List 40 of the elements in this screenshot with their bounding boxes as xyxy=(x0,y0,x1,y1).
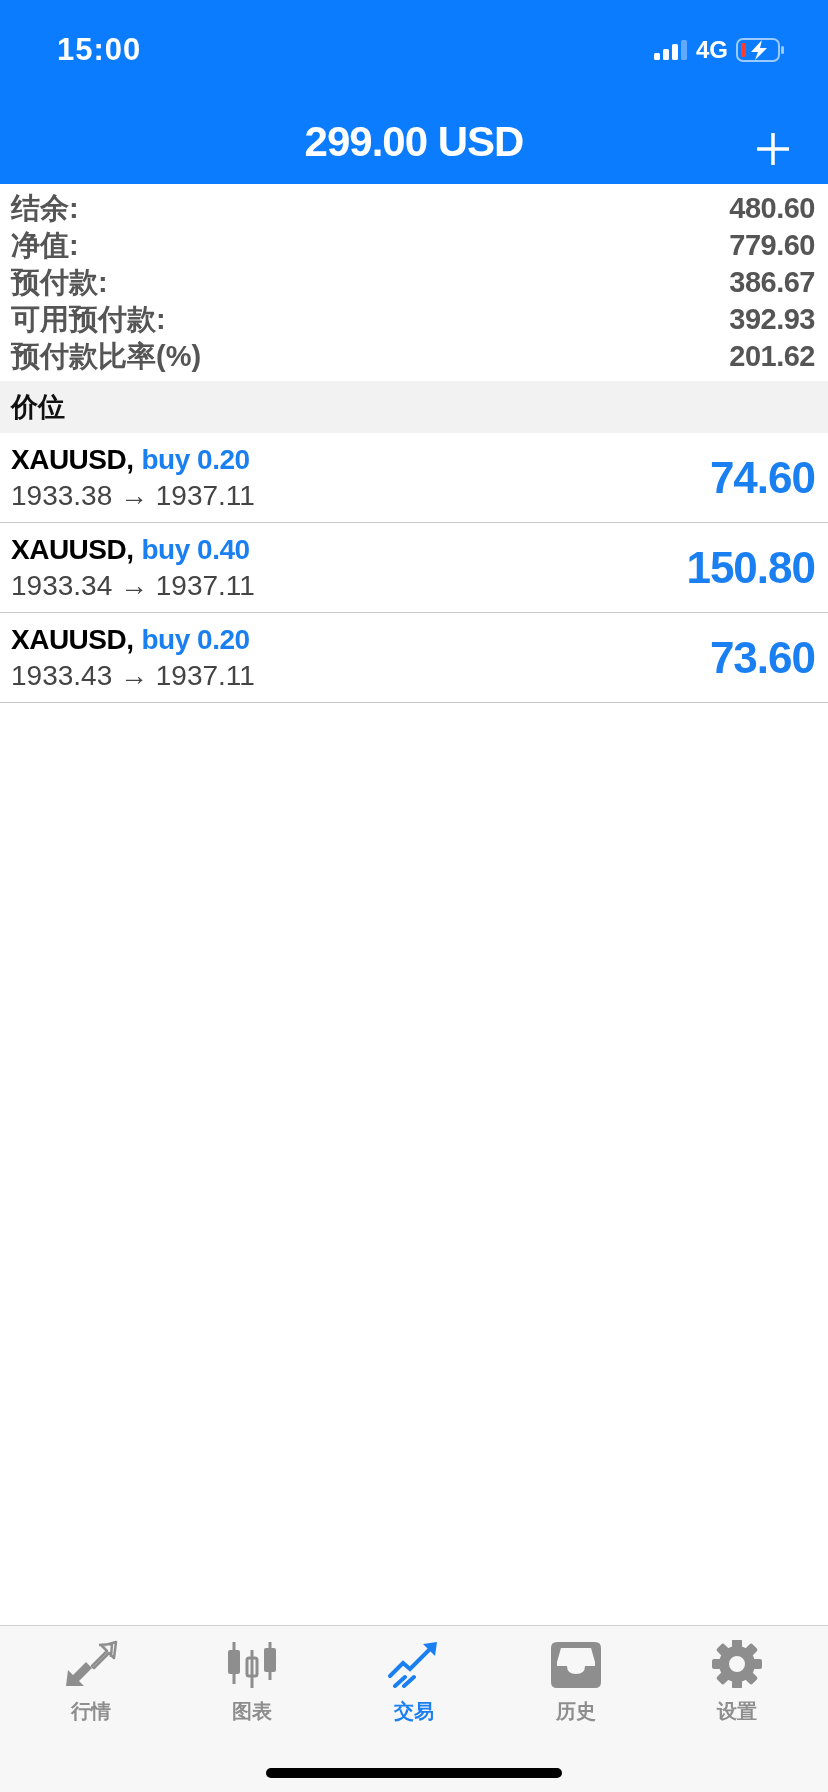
position-profit: 73.60 xyxy=(709,632,815,683)
status-time: 15:00 xyxy=(57,32,142,68)
double-arrow-icon xyxy=(63,1640,118,1688)
position-order: buy 0.20 xyxy=(141,443,250,476)
summary-label: 预付款比率(%) xyxy=(11,338,202,374)
network-label: 4G xyxy=(696,36,728,64)
position-order: buy 0.40 xyxy=(141,533,250,566)
position-symbol: XAUUSD, xyxy=(11,443,134,476)
position-prices: 1933.34 → 1937.11 xyxy=(11,569,255,602)
summary-label: 可用预付款: xyxy=(11,301,166,337)
plus-icon xyxy=(755,131,791,167)
tab[interactable]: 设置 xyxy=(704,1638,771,1727)
tab[interactable]: 历史 xyxy=(542,1638,609,1727)
settings-icon xyxy=(710,1640,765,1688)
position-profit: 150.80 xyxy=(686,542,815,593)
signal-icon xyxy=(654,40,688,60)
position-profit: 74.60 xyxy=(709,452,815,503)
position-prices: 1933.38 → 1937.11 xyxy=(11,479,255,512)
position-row[interactable]: XAUUSD, buy 0.40 1933.34 → 1937.11 150.80 xyxy=(0,523,828,613)
tab[interactable]: 交易 xyxy=(381,1638,447,1727)
position-prices: 1933.43 → 1937.11 xyxy=(11,659,255,692)
summary-value: 480.60 xyxy=(729,192,815,225)
position-symbol: XAUUSD, xyxy=(11,623,134,656)
summary-value: 392.93 xyxy=(729,303,815,336)
position-row[interactable]: XAUUSD, buy 0.20 1933.38 → 1937.11 74.60 xyxy=(0,433,828,523)
position-order: buy 0.20 xyxy=(141,623,250,656)
position-row[interactable]: XAUUSD, buy 0.20 1933.43 → 1937.11 73.60 xyxy=(0,613,828,703)
summary-value: 201.62 xyxy=(729,340,815,373)
summary-value: 779.60 xyxy=(729,229,815,262)
tab[interactable]: 图表 xyxy=(219,1638,286,1727)
section-header: 价位 xyxy=(0,381,828,433)
summary-value: 386.67 xyxy=(729,266,815,299)
summary-label: 预付款: xyxy=(11,264,108,300)
inbox-tray-icon xyxy=(548,1640,603,1688)
position-symbol: XAUUSD, xyxy=(11,533,134,566)
account-balance-title: 299.00 USD xyxy=(304,118,524,166)
battery-charging-icon xyxy=(736,38,786,62)
summary-label: 结余: xyxy=(11,190,79,226)
summary-label: 净值: xyxy=(11,227,79,263)
tab[interactable]: 行情 xyxy=(57,1638,124,1727)
